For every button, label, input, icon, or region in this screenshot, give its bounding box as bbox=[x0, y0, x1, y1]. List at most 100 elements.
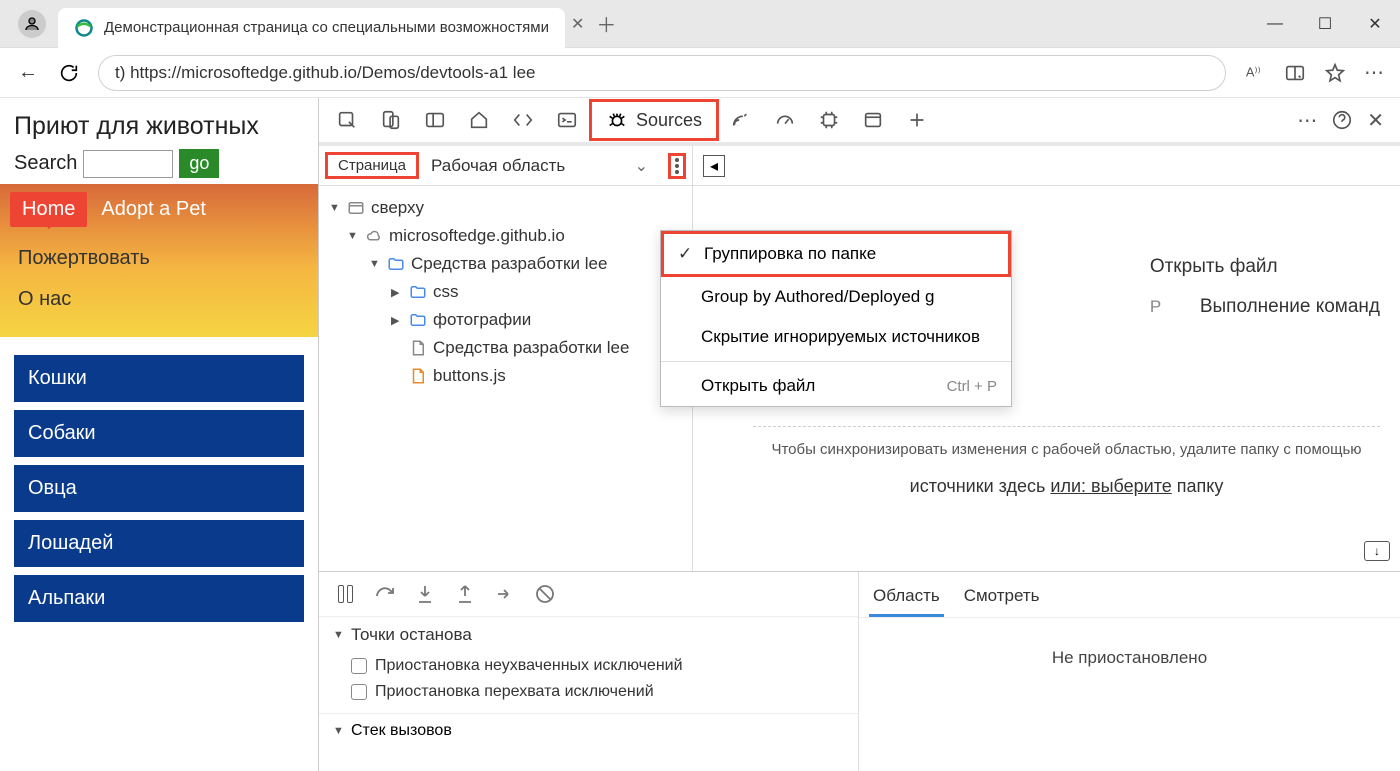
tree-top[interactable]: сверху bbox=[319, 194, 692, 222]
close-button[interactable]: ✕ bbox=[1350, 5, 1400, 43]
editor-hints: Открыть файл P Выполнение команд bbox=[1150, 256, 1380, 336]
bug-icon bbox=[606, 109, 628, 131]
minimize-button[interactable]: — bbox=[1250, 5, 1300, 43]
workspace-tab[interactable]: Рабочая область bbox=[425, 156, 565, 176]
maximize-button[interactable]: ☐ bbox=[1300, 5, 1350, 43]
application-icon[interactable] bbox=[851, 98, 895, 142]
watch-tab[interactable]: Смотреть bbox=[960, 578, 1044, 617]
nav-donate[interactable]: Пожертвовать bbox=[0, 235, 318, 276]
callstack-header[interactable]: Стек вызовов bbox=[319, 713, 858, 748]
window-icon bbox=[347, 199, 365, 217]
collapse-icon[interactable]: ◂ bbox=[703, 155, 725, 177]
scope-tabs: Область Смотреть bbox=[859, 572, 1400, 618]
ctx-group-by-folder[interactable]: ✓ Группировка по папке bbox=[661, 231, 1011, 277]
pause-button[interactable] bbox=[333, 582, 357, 606]
file-icon bbox=[409, 367, 427, 385]
animal-list: Кошки Собаки Овца Лошадей Альпаки bbox=[0, 337, 318, 640]
sources-label: Sources bbox=[636, 110, 702, 131]
download-icon[interactable]: ↓ bbox=[1364, 541, 1390, 561]
favorite-icon[interactable] bbox=[1324, 62, 1346, 84]
select-folder-link[interactable]: или: выберите bbox=[1050, 476, 1171, 496]
reader-icon[interactable] bbox=[1284, 62, 1306, 84]
list-item[interactable]: Альпаки bbox=[14, 575, 304, 622]
close-devtools-icon[interactable]: ✕ bbox=[1367, 108, 1384, 133]
svg-text:A⁾⁾: A⁾⁾ bbox=[1246, 64, 1261, 79]
nav-home[interactable]: Home bbox=[10, 192, 87, 227]
cloud-icon bbox=[365, 227, 383, 245]
titlebar: Демонстрационная страница со специальным… bbox=[0, 0, 1400, 48]
inspect-icon[interactable] bbox=[325, 98, 369, 142]
step-out-icon[interactable] bbox=[453, 582, 477, 606]
folder-icon bbox=[409, 283, 427, 301]
window-controls: — ☐ ✕ bbox=[1250, 5, 1400, 43]
file-icon bbox=[409, 339, 427, 357]
address-bar[interactable]: t) https://microsoftedge.github.io/Demos… bbox=[98, 55, 1226, 91]
ctx-group-authored[interactable]: Group by Authored/Deployed g bbox=[661, 277, 1011, 317]
elements-icon[interactable] bbox=[501, 98, 545, 142]
context-menu: ✓ Группировка по папке Group by Authored… bbox=[660, 230, 1012, 407]
tree-file-html[interactable]: Средства разработки lee bbox=[319, 334, 692, 362]
list-item[interactable]: Кошки bbox=[14, 355, 304, 402]
network-icon[interactable] bbox=[719, 98, 763, 142]
hint-run-commands: Выполнение команд bbox=[1200, 296, 1380, 318]
profile-avatar[interactable] bbox=[18, 10, 46, 38]
list-item[interactable]: Лошадей bbox=[14, 520, 304, 567]
welcome-icon[interactable] bbox=[457, 98, 501, 142]
step-icon[interactable] bbox=[493, 582, 517, 606]
search-input[interactable] bbox=[83, 150, 173, 178]
tree-domain[interactable]: microsoftedge.github.io bbox=[319, 222, 692, 250]
tree-file-js[interactable]: buttons.js bbox=[319, 362, 692, 390]
panel-icon[interactable] bbox=[413, 98, 457, 142]
chevron-down-icon[interactable]: ⌄ bbox=[627, 156, 656, 176]
breakpoint-uncaught[interactable]: Приостановка неухваченных исключений bbox=[333, 653, 844, 679]
folder-icon bbox=[387, 255, 405, 273]
page-title: Приют для животных bbox=[14, 112, 304, 141]
editor-header: ◂ bbox=[693, 146, 1400, 186]
shortcut: Ctrl + P bbox=[947, 378, 997, 395]
more-options-button[interactable] bbox=[668, 153, 686, 179]
performance-icon[interactable] bbox=[763, 98, 807, 142]
ctx-open-file[interactable]: Открыть файл Ctrl + P bbox=[661, 366, 1011, 406]
navigator-header: Страница Рабочая область ⌄ bbox=[319, 146, 692, 186]
browser-tab[interactable]: Демонстрационная страница со специальным… bbox=[58, 8, 565, 48]
page-preview: Приют для животных Search go Home Adopt … bbox=[0, 98, 318, 771]
url-text: t) https://microsoftedge.github.io/Demos… bbox=[115, 63, 536, 83]
tree-folder[interactable]: Средства разработки lee bbox=[319, 250, 692, 278]
add-tab-icon[interactable] bbox=[895, 98, 939, 142]
memory-icon[interactable] bbox=[807, 98, 851, 142]
more-icon[interactable]: ⋯ bbox=[1364, 60, 1384, 85]
checkbox[interactable] bbox=[351, 658, 367, 674]
console-icon[interactable] bbox=[545, 98, 589, 142]
read-aloud-icon[interactable]: A⁾⁾ bbox=[1244, 62, 1266, 84]
breakpoint-caught[interactable]: Приостановка перехвата исключений bbox=[333, 679, 844, 705]
help-icon[interactable] bbox=[1331, 109, 1353, 131]
breakpoints-header[interactable]: Точки останова bbox=[333, 625, 844, 645]
device-icon[interactable] bbox=[369, 98, 413, 142]
folder-icon bbox=[409, 311, 427, 329]
go-button[interactable]: go bbox=[179, 149, 219, 178]
devtools-panel: Sources ⋯ ✕ Страница Рабочая область bbox=[318, 98, 1400, 771]
page-tab[interactable]: Страница bbox=[325, 152, 419, 179]
refresh-button[interactable] bbox=[58, 62, 80, 84]
list-item[interactable]: Собаки bbox=[14, 410, 304, 457]
nav-adopt[interactable]: Adopt a Pet bbox=[97, 192, 210, 227]
list-item[interactable]: Овца bbox=[14, 465, 304, 512]
tree-folder-photos[interactable]: фотографии bbox=[319, 306, 692, 334]
deactivate-breakpoints-icon[interactable] bbox=[533, 582, 557, 606]
scope-tab[interactable]: Область bbox=[869, 578, 944, 617]
browser-toolbar: ← t) https://microsoftedge.github.io/Dem… bbox=[0, 48, 1400, 98]
not-paused-message: Не приостановлено bbox=[859, 618, 1400, 771]
sources-navigator: Страница Рабочая область ⌄ сверху bbox=[319, 146, 693, 571]
sources-tab[interactable]: Sources bbox=[589, 99, 719, 141]
checkbox[interactable] bbox=[351, 684, 367, 700]
more-tools-icon[interactable]: ⋯ bbox=[1297, 108, 1317, 133]
tree-folder-css[interactable]: css bbox=[319, 278, 692, 306]
back-button[interactable]: ← bbox=[16, 61, 40, 84]
nav-about[interactable]: О нас bbox=[0, 276, 318, 317]
tab-close-icon[interactable]: ✕ bbox=[571, 14, 584, 34]
step-over-icon[interactable] bbox=[373, 582, 397, 606]
new-tab-icon[interactable]: ＋ bbox=[596, 9, 616, 38]
hint-key: P bbox=[1150, 297, 1170, 317]
step-into-icon[interactable] bbox=[413, 582, 437, 606]
ctx-hide-ignored[interactable]: Скрытие игнорируемых источников bbox=[661, 317, 1011, 357]
